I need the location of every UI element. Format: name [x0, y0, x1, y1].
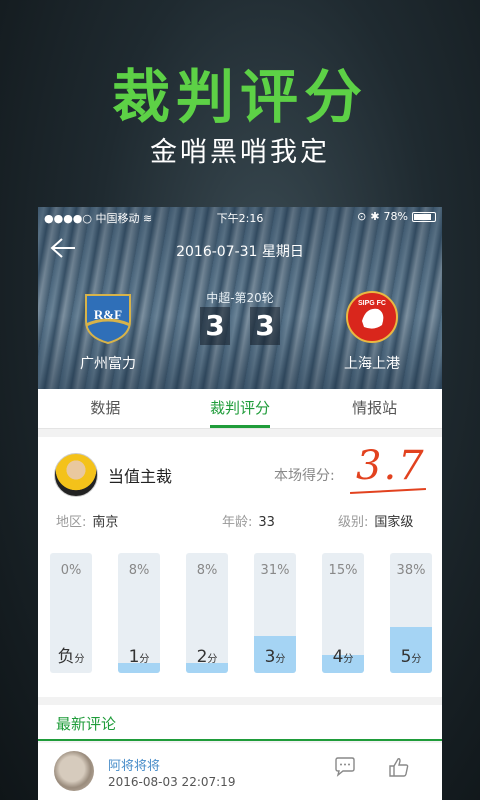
tab-data[interactable]: 数据 [38, 389, 173, 428]
rating-bar-label: 4分 [322, 647, 364, 667]
promo-title: 裁判评分 [111, 63, 368, 131]
referee-avatar[interactable] [54, 453, 98, 497]
bluetooth-icon: ✱ [370, 210, 380, 223]
age-value: 33 [258, 515, 275, 530]
age-info: 年龄: 33 [222, 511, 275, 530]
rating-bar-score: 5 [400, 647, 412, 667]
rating-bar-unit: 分 [275, 654, 286, 665]
away-team-logo-text: SIPG FC [358, 300, 386, 307]
rating-bar-unit: 分 [207, 654, 218, 665]
away-team-name: 上海上港 [344, 356, 400, 372]
latest-comments-title: 最新评论 [56, 715, 117, 733]
rating-bar-score: 3 [264, 647, 276, 667]
latest-comments-header: 最新评论 [38, 705, 442, 741]
rating-bar-score: 2 [196, 647, 208, 667]
rating-bar-label: 5分 [390, 647, 432, 667]
rating-bar-1: 8% 1分 [118, 553, 160, 673]
age-label: 年龄: [222, 515, 253, 530]
comment-time: 2016-08-03 22:07:19 [108, 775, 236, 789]
match-date: 2016-07-31 星期日 [176, 244, 304, 260]
tab-bar: 数据 裁判评分 情报站 [38, 389, 442, 429]
rating-bar-percent: 15% [328, 563, 358, 578]
commenter-name[interactable]: 阿将将将 [108, 755, 160, 774]
rating-bar-unit: 分 [411, 654, 422, 665]
rating-bar-unit: 分 [74, 654, 85, 665]
tab-intel[interactable]: 情报站 [307, 389, 442, 428]
home-team-logo-text: R&F [94, 307, 122, 322]
rating-bar-unit: 分 [139, 654, 150, 665]
level-value: 国家级 [374, 515, 414, 530]
rating-bar-percent: 38% [396, 563, 426, 578]
match-score-label: 本场得分: [274, 468, 335, 484]
rating-bar-4: 15% 4分 [322, 553, 364, 673]
referee-card: 当值主裁 本场得分: 3.7 地区: 南京 年龄: 33 级别: 国家级 0% 负分 8%… [38, 437, 442, 697]
region-info: 地区: 南京 [56, 511, 118, 530]
referee-role: 当值主裁 [108, 467, 173, 486]
comment-item[interactable]: 阿将将将 2016-08-03 22:07:19 [38, 743, 442, 800]
lock-rotation-icon: ⊙ [357, 210, 367, 223]
level-label: 级别: [338, 515, 369, 530]
rating-bar-label: 1分 [118, 647, 160, 667]
match-header: ●●●●○ 中国移动 ≋ 下午2:16 ⊙ ✱ 78% 2016-07-31 星… [38, 207, 442, 389]
rating-bar-3: 31% 3分 [254, 553, 296, 673]
rating-bar-unit: 分 [343, 654, 354, 665]
level-info: 级别: 国家级 [338, 511, 413, 530]
reply-icon[interactable] [334, 757, 356, 777]
home-team-name: 广州富力 [80, 356, 136, 372]
away-score: 3 [250, 307, 280, 345]
battery-percent: 78% [383, 210, 408, 223]
rating-bar-percent: 31% [260, 563, 290, 578]
rating-bar-percent: 0% [60, 563, 82, 578]
rating-bar-percent: 8% [196, 563, 218, 578]
like-icon[interactable] [388, 757, 410, 777]
rating-bar-label: 3分 [254, 647, 296, 667]
rating-bar-0: 0% 负分 [50, 553, 92, 673]
status-bar: ●●●●○ 中国移动 ≋ 下午2:16 ⊙ ✱ 78% [38, 207, 442, 227]
phone-screen: ●●●●○ 中国移动 ≋ 下午2:16 ⊙ ✱ 78% 2016-07-31 星… [38, 207, 442, 800]
home-score: 3 [200, 307, 230, 345]
region-label: 地区: [56, 515, 87, 530]
promo-subtitle: 金哨黑哨我定 [150, 137, 330, 168]
rating-bar-score: 4 [332, 647, 344, 667]
commenter-avatar[interactable] [54, 751, 94, 791]
rating-bar-score: 1 [128, 647, 140, 667]
rating-bar-score: 负 [57, 647, 75, 667]
tab-referee-rating[interactable]: 裁判评分 [173, 389, 308, 428]
away-team-logo[interactable]: SIPG FC [342, 285, 402, 345]
rating-bar-2: 8% 2分 [186, 553, 228, 673]
battery-icon [412, 211, 436, 222]
referee-score: 3.7 [356, 443, 426, 489]
rating-bar-percent: 8% [128, 563, 150, 578]
region-value: 南京 [92, 515, 119, 530]
rating-bar-5: 38% 5分 [390, 553, 432, 673]
rating-bar-label: 2分 [186, 647, 228, 667]
rating-bar-label: 负分 [50, 642, 92, 667]
